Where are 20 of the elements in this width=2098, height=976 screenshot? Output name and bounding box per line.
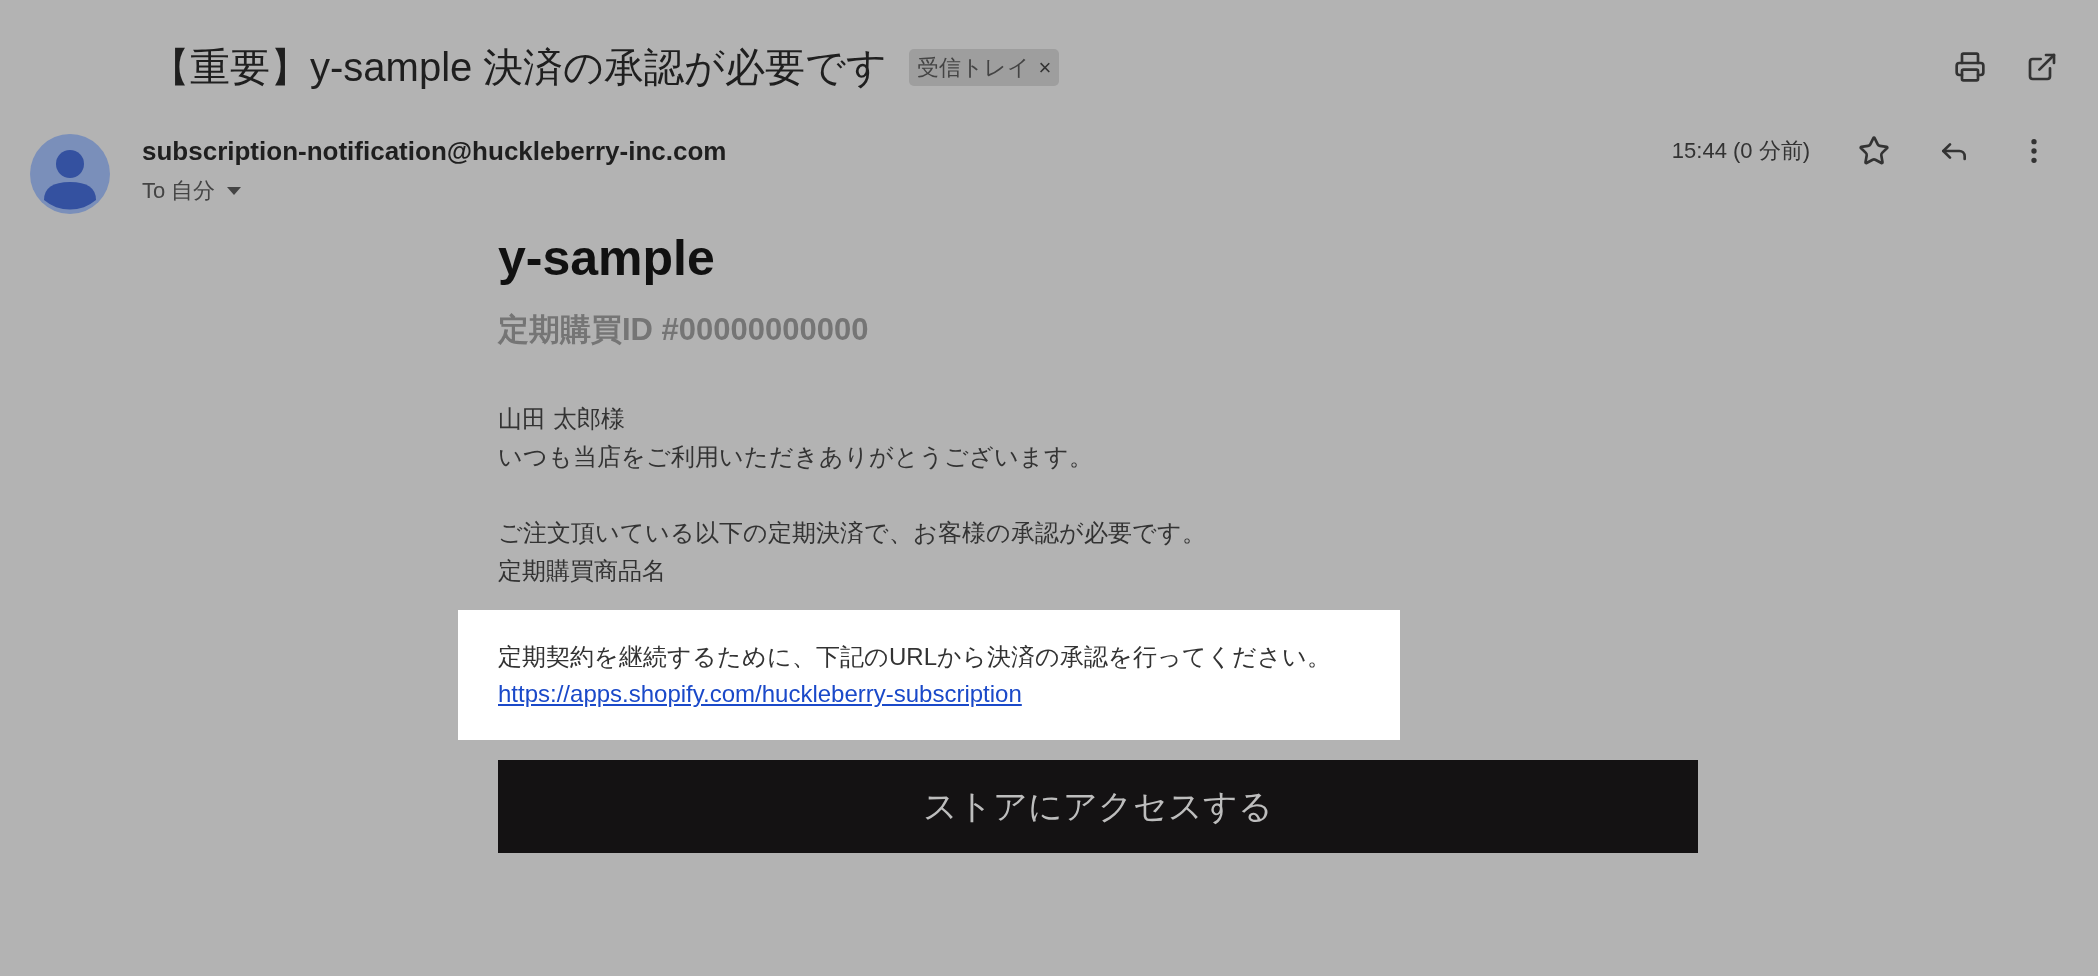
received-time: 15:44 (0 分前) [1671,137,1810,165]
star-icon[interactable] [1858,134,1890,167]
subscription-id: 定期購買ID #00000000000 [498,311,870,349]
message-line: ご注文頂いている以下の定期決済で、お客様の承認が必要です。 [498,518,1207,548]
brand-name: y-sample [498,229,716,288]
open-in-new-window-icon[interactable] [2026,51,2058,83]
notice-text: 定期契約を継続するために、下記のURLから決済の承認を行ってください。 [498,642,1332,672]
message-line: いつも当店をご利用いただきありがとうございます。 [498,442,1094,472]
sender-address: subscription-notification@huckleberry-inc.com [142,135,727,168]
message-line: 山田 太郎様 [498,404,626,434]
label-text: 受信トレイ [917,53,1031,82]
remove-label-button[interactable]: × [1038,50,1052,84]
avatar-icon [30,134,110,214]
print-icon[interactable] [1954,51,1986,83]
caret-icon [227,186,242,195]
approval-link[interactable]: https://apps.shopify.com/huckleberry-subscription [498,675,1022,712]
store-access-button[interactable]: ストアにアクセスする [498,760,1698,853]
email-subject: 【重要】y-sample 決済の承認が必要です [150,44,888,91]
recipient-dropdown[interactable]: To 自分 [142,174,727,207]
message-line: 定期購買商品名 [498,556,667,586]
